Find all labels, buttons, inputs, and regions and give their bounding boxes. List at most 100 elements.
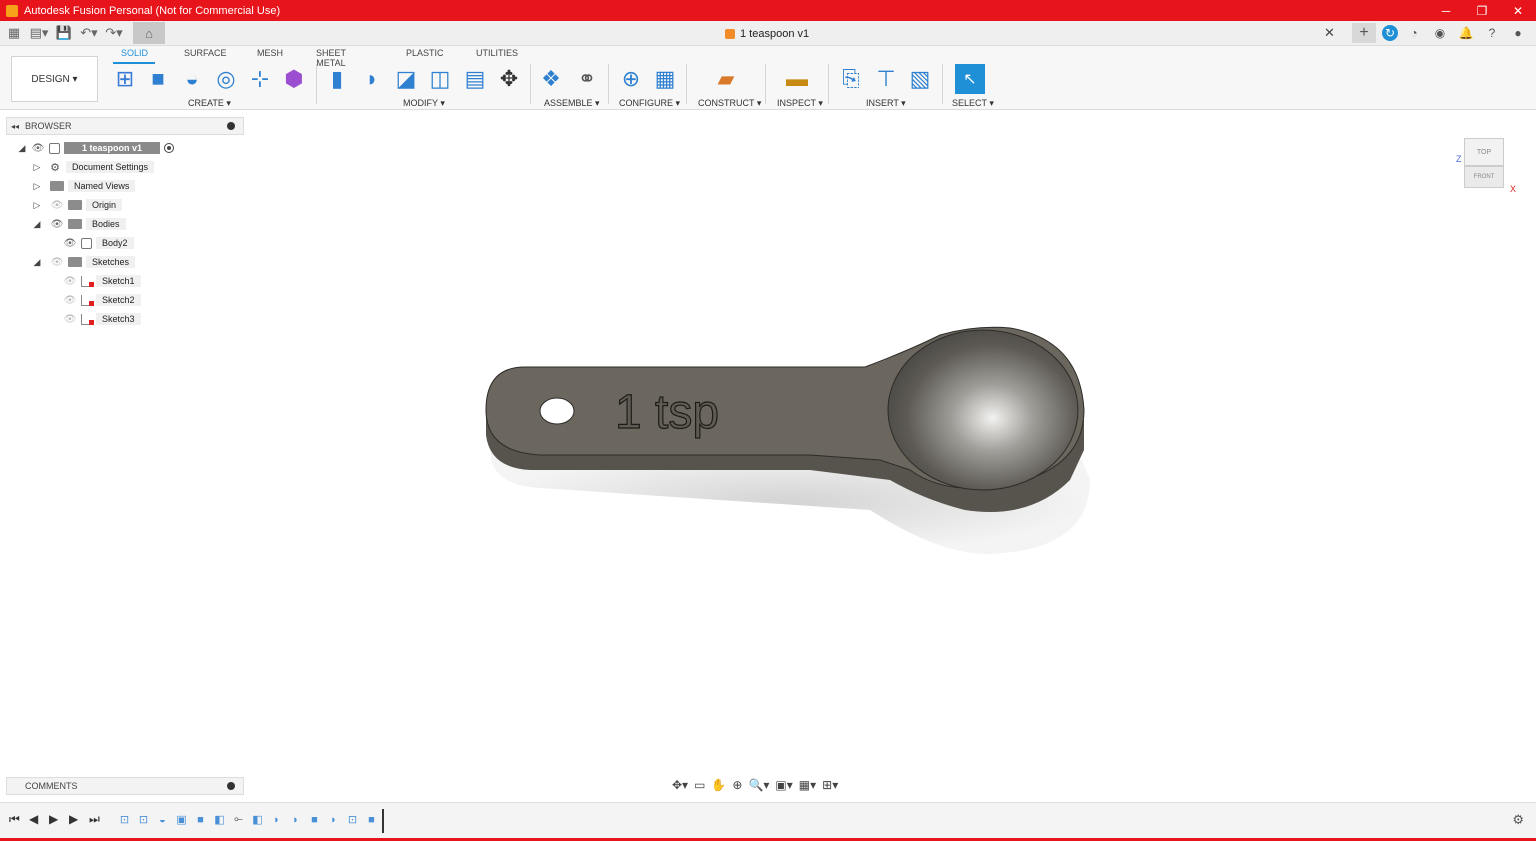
- extensions-icon[interactable]: ↻: [1382, 25, 1398, 41]
- zoom-icon[interactable]: ⊕: [732, 778, 742, 792]
- browser-pin-icon[interactable]: [227, 122, 235, 130]
- tab-solid[interactable]: SOLID: [121, 48, 148, 58]
- chamfer-icon[interactable]: ◪: [391, 64, 421, 94]
- configuration-table-icon[interactable]: ▦: [650, 64, 680, 94]
- home-icon[interactable]: ⌂: [133, 22, 165, 44]
- browser-item-body2[interactable]: 👁 Body2: [63, 235, 134, 251]
- extrude-icon[interactable]: ■: [143, 64, 173, 94]
- assemble-group-label[interactable]: ASSEMBLE ▾: [544, 98, 600, 109]
- insert-group-label[interactable]: INSERT ▾: [866, 98, 906, 109]
- browser-item-sketch2[interactable]: 👁 Sketch2: [63, 292, 141, 308]
- joint-icon[interactable]: ⚭: [572, 64, 602, 94]
- fillet-icon[interactable]: ◗: [357, 64, 387, 94]
- revolve-icon[interactable]: ◒: [177, 64, 207, 94]
- rectangular-pattern-icon[interactable]: ⊹: [245, 64, 275, 94]
- timeline-extrude-feature-icon[interactable]: ■: [308, 813, 321, 826]
- configure-icon[interactable]: ⊕: [616, 64, 646, 94]
- insert-mcmaster-icon[interactable]: ⊤: [871, 64, 901, 94]
- visibility-eye-icon[interactable]: 👁: [50, 200, 64, 211]
- timeline-extrude-feature-icon[interactable]: ■: [365, 813, 378, 826]
- create-group-label[interactable]: CREATE ▾: [188, 98, 231, 109]
- modify-group-label[interactable]: MODIFY ▾: [403, 98, 445, 109]
- offset-plane-icon[interactable]: ▰: [711, 64, 741, 94]
- orbit-icon[interactable]: ✥▾: [672, 778, 688, 792]
- step-back-icon[interactable]: ◀: [29, 812, 38, 826]
- shell-icon[interactable]: ◫: [425, 64, 455, 94]
- inspect-group-label[interactable]: INSPECT ▾: [777, 98, 823, 109]
- move-copy-icon[interactable]: ✥: [494, 64, 524, 94]
- fit-zoom-icon[interactable]: 🔍▾: [748, 778, 769, 792]
- undo-icon[interactable]: ↶▾: [78, 22, 100, 44]
- expand-triangle-icon[interactable]: ▷: [32, 181, 42, 192]
- file-menu-icon[interactable]: ▤▾: [28, 22, 50, 44]
- browser-item-document-settings[interactable]: ▷ ⚙ Document Settings: [32, 159, 155, 175]
- timeline-extrude-feature-icon[interactable]: ◒: [156, 813, 169, 826]
- visibility-eye-icon[interactable]: 👁: [63, 276, 77, 287]
- play-icon[interactable]: ▶: [49, 812, 58, 826]
- visibility-eye-icon[interactable]: 👁: [63, 295, 77, 306]
- expand-triangle-icon[interactable]: ▷: [32, 162, 42, 173]
- timeline-fillet-feature-icon[interactable]: ◗: [270, 813, 283, 826]
- activate-radio-icon[interactable]: [164, 143, 175, 153]
- restore-button[interactable]: ❐: [1464, 0, 1500, 21]
- timeline-fillet-feature-icon[interactable]: ◗: [327, 813, 340, 826]
- save-icon[interactable]: 💾: [53, 22, 75, 44]
- teaspoon-3d-model[interactable]: 1 tsp: [470, 310, 1110, 570]
- timeline-combine-feature-icon[interactable]: ◧: [251, 813, 264, 826]
- browser-item-sketch1[interactable]: 👁 Sketch1: [63, 273, 141, 289]
- grid-settings-icon[interactable]: ▦▾: [799, 778, 816, 792]
- timeline-sketch-feature-icon[interactable]: ⊡: [346, 813, 359, 826]
- view-cube[interactable]: TOP FRONT X Z: [1456, 136, 1518, 196]
- construct-group-label[interactable]: CONSTRUCT ▾: [698, 98, 761, 109]
- view-cube-front-face[interactable]: FRONT: [1464, 166, 1504, 188]
- tab-mesh[interactable]: MESH: [257, 48, 283, 58]
- step-forward-icon[interactable]: ▶: [69, 812, 78, 826]
- browser-item-bodies[interactable]: ◢ 👁 Bodies: [32, 216, 126, 232]
- document-close-icon[interactable]: ✕: [1324, 25, 1335, 41]
- hole-icon[interactable]: ◎: [211, 64, 241, 94]
- visibility-eye-icon[interactable]: 👁: [63, 314, 77, 325]
- select-cursor-icon[interactable]: ↖: [955, 64, 985, 94]
- timeline-marker[interactable]: [382, 809, 384, 833]
- tab-utilities[interactable]: UTILITIES: [476, 48, 518, 58]
- new-component-icon[interactable]: ❖: [536, 64, 566, 94]
- online-status-icon[interactable]: ◉: [1430, 23, 1450, 43]
- timeline-sketch-feature-icon[interactable]: ⊡: [137, 813, 150, 826]
- tab-surface[interactable]: SURFACE: [184, 48, 227, 58]
- browser-item-origin[interactable]: ▷ 👁 Origin: [32, 197, 123, 213]
- job-status-icon[interactable]: ◔: [1404, 23, 1424, 43]
- canvas-image-icon[interactable]: ▧: [905, 64, 935, 94]
- browser-item-named-views[interactable]: ▷ Named Views: [32, 178, 136, 194]
- document-tab[interactable]: 1 teaspoon v1: [705, 21, 1345, 46]
- visibility-eye-icon[interactable]: 👁: [63, 238, 77, 249]
- visibility-eye-icon[interactable]: 👁: [50, 257, 64, 268]
- measure-icon[interactable]: ▬: [782, 64, 812, 94]
- comments-panel-header[interactable]: COMMENTS: [6, 777, 244, 795]
- insert-derive-icon[interactable]: ⎘: [836, 64, 866, 94]
- user-profile-icon[interactable]: ●: [1508, 23, 1528, 43]
- minimize-button[interactable]: ─: [1428, 0, 1464, 21]
- timeline-move-feature-icon[interactable]: ⟜: [232, 813, 245, 826]
- create-sketch-icon[interactable]: ⊞: [110, 64, 140, 94]
- collapse-triangle-icon[interactable]: ◢: [32, 257, 42, 268]
- expand-triangle-icon[interactable]: ◢: [17, 143, 27, 154]
- browser-item-sketch3[interactable]: 👁 Sketch3: [63, 311, 141, 327]
- browser-root-row[interactable]: ◢ 👁 1 teaspoon v1: [17, 140, 175, 156]
- help-icon[interactable]: ?: [1482, 23, 1502, 43]
- go-to-start-icon[interactable]: ⏮: [9, 812, 20, 827]
- visibility-eye-icon[interactable]: 👁: [50, 219, 64, 230]
- timeline-fillet-feature-icon[interactable]: ◗: [289, 813, 302, 826]
- close-button[interactable]: ✕: [1500, 0, 1536, 21]
- combine-icon[interactable]: ▤: [460, 64, 490, 94]
- expand-triangle-icon[interactable]: ▷: [32, 200, 42, 211]
- select-group-label[interactable]: SELECT ▾: [952, 98, 994, 109]
- timeline-settings-gear-icon[interactable]: ⚙: [1512, 812, 1524, 828]
- configure-group-label[interactable]: CONFIGURE ▾: [619, 98, 680, 109]
- timeline-sketch-feature-icon[interactable]: ▣: [175, 813, 188, 826]
- comments-add-icon[interactable]: [227, 782, 235, 790]
- tab-plastic[interactable]: PLASTIC: [406, 48, 444, 58]
- timeline-combine-feature-icon[interactable]: ◧: [213, 813, 226, 826]
- display-settings-icon[interactable]: ▣▾: [775, 778, 792, 792]
- collapse-triangle-icon[interactable]: ◢: [32, 219, 42, 230]
- data-panel-grid-icon[interactable]: ▦: [3, 22, 25, 44]
